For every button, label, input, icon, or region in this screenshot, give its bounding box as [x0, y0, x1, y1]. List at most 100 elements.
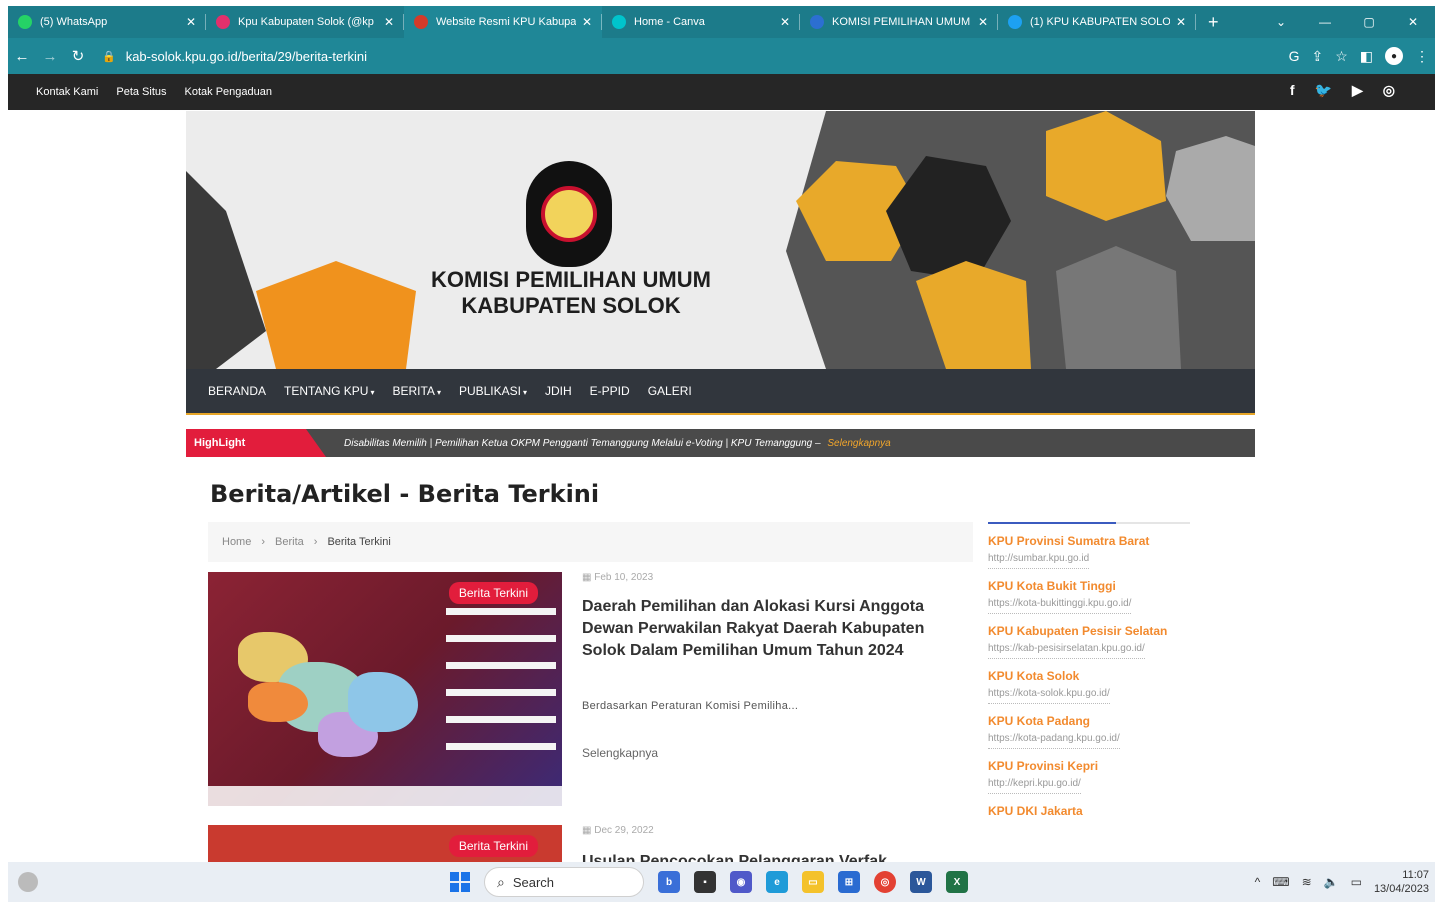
url-field[interactable]: 🔒 kab-solok.kpu.go.id/berita/29/berita-t…	[102, 49, 367, 64]
nav-item-galeri[interactable]: GALERI	[648, 384, 692, 398]
wifi-icon[interactable]: ≋	[1302, 875, 1312, 889]
topbar-link-kontak[interactable]: Kontak Kami	[36, 86, 98, 98]
highlight-text: Disabilitas Memilih | Pemilihan Ketua OK…	[344, 438, 891, 449]
highlight-more-link[interactable]: Selengkapnya	[827, 438, 890, 449]
sidebar-link-name[interactable]: KPU Kabupaten Pesisir Selatan	[988, 624, 1190, 638]
post-headline[interactable]: Usulan Pencocokan Pelanggaran Verfak	[582, 851, 952, 862]
close-tab-icon[interactable]: ✕	[582, 15, 592, 29]
profile-avatar[interactable]: ●	[1385, 47, 1403, 65]
youtube-icon[interactable]: ▶	[1352, 82, 1363, 99]
taskbar-search[interactable]: ⌕ Search	[484, 867, 644, 897]
windows-taskbar: ⌕ Search b ▪ ◉ e ▭ ⊞ ◎ W X ^ ⌨ ≋ 🔈 ▭ 11:0…	[8, 862, 1435, 902]
sidebar-link-list: KPU Provinsi Sumatra Barat http://sumbar.…	[988, 534, 1190, 818]
minimize-button[interactable]: —	[1303, 15, 1347, 29]
task-view-icon[interactable]: ▪	[694, 871, 716, 893]
sidebar-link-name[interactable]: KPU Provinsi Sumatra Barat	[988, 534, 1190, 548]
post-category-badge[interactable]: Berita Terkini	[448, 582, 538, 604]
main-navigation: BERANDA TENTANG KPU ▾ BERITA ▾ PUBLIKASI ▾ JDIH…	[186, 369, 1255, 415]
news-post: Berita Terkini ▦ Feb 10, 2023 Daerah Pem…	[208, 572, 973, 808]
browser-tab[interactable]: KOMISI PEMILIHAN UMUM ✕	[800, 6, 998, 38]
post-category-badge[interactable]: Berita Terkini	[448, 835, 538, 857]
sidebar-link-name[interactable]: KPU DKI Jakarta	[988, 804, 1190, 818]
sidebar-link-url[interactable]: https://kab-pesisirselatan.kpu.go.id/	[988, 643, 1145, 659]
browser-tab-bar: (5) WhatsApp ✕ Kpu Kabupaten Solok (@kp ✕ We…	[8, 6, 1435, 38]
back-button[interactable]: ←	[8, 48, 36, 65]
browser-tab[interactable]: Website Resmi KPU Kabupa ✕	[404, 6, 602, 38]
new-tab-button[interactable]: +	[1208, 12, 1219, 33]
reload-button[interactable]: ↻	[64, 47, 92, 65]
share-icon[interactable]: ⇪	[1311, 48, 1323, 65]
nav-item-publikasi[interactable]: PUBLIKASI ▾	[459, 384, 527, 398]
clock[interactable]: 11:07 13/04/2023	[1374, 868, 1429, 896]
keyboard-icon[interactable]: ⌨	[1272, 875, 1289, 889]
close-tab-icon[interactable]: ✕	[1176, 15, 1186, 29]
twitter-icon[interactable]: 🐦	[1315, 82, 1332, 99]
start-button[interactable]	[450, 872, 470, 892]
chat-icon[interactable]: ◉	[730, 871, 752, 893]
sidebar-link-name[interactable]: KPU Kota Solok	[988, 669, 1190, 683]
tab-search-icon[interactable]: ⌄	[1259, 15, 1303, 29]
sidebar-link-url[interactable]: http://kepri.kpu.go.id/	[988, 778, 1081, 794]
browser-tab[interactable]: Home - Canva ✕	[602, 6, 800, 38]
close-tab-icon[interactable]: ✕	[384, 15, 394, 29]
store-icon[interactable]: ⊞	[838, 871, 860, 893]
chevron-up-icon[interactable]: ^	[1255, 875, 1261, 889]
sidebar-link-url[interactable]: http://sumbar.kpu.go.id	[988, 553, 1090, 569]
close-tab-icon[interactable]: ✕	[186, 15, 196, 29]
forward-button[interactable]: →	[36, 48, 64, 65]
browser-tab[interactable]: (5) WhatsApp ✕	[8, 6, 206, 38]
tab-strip: (5) WhatsApp ✕ Kpu Kabupaten Solok (@kp ✕ We…	[8, 6, 1196, 38]
widgets-icon[interactable]: b	[658, 871, 680, 893]
close-window-button[interactable]: ✕	[1391, 15, 1435, 29]
edge-icon[interactable]: e	[766, 871, 788, 893]
browser-tab[interactable]: (1) KPU KABUPATEN SOLOK ✕	[998, 6, 1196, 38]
sidebar-link-url[interactable]: https://kota-solok.kpu.go.id/	[988, 688, 1110, 704]
system-tray: ^ ⌨ ≋ 🔈 ▭ 11:07 13/04/2023	[1255, 868, 1429, 896]
excel-icon[interactable]: X	[946, 871, 968, 893]
tab-title: (1) KPU KABUPATEN SOLOK	[1030, 16, 1170, 28]
post-date: ▦ Dec 29, 2022	[582, 825, 654, 836]
google-icon[interactable]: G	[1289, 48, 1300, 64]
nav-item-berita[interactable]: BERITA ▾	[392, 384, 440, 398]
close-tab-icon[interactable]: ✕	[780, 15, 790, 29]
nav-item-jdih[interactable]: JDIH	[545, 384, 572, 398]
sidebar-link-item: KPU Kota Solok https://kota-solok.kpu.go.…	[988, 669, 1190, 704]
facebook-icon[interactable]: f	[1290, 82, 1295, 99]
post-headline[interactable]: Daerah Pemilihan dan Alokasi Kursi Anggo…	[582, 596, 952, 662]
instagram-icon[interactable]: ◎	[1383, 82, 1395, 99]
post-readmore-link[interactable]: Selengkapnya	[582, 746, 658, 760]
breadcrumb-home[interactable]: Home	[222, 536, 251, 548]
file-explorer-icon[interactable]: ▭	[802, 871, 824, 893]
caret-down-icon: ▾	[522, 388, 527, 397]
sidebar-link-name[interactable]: KPU Kota Bukit Tinggi	[988, 579, 1190, 593]
post-thumbnail[interactable]: Berita Terkini	[208, 572, 562, 806]
chrome-icon[interactable]: ◎	[874, 871, 896, 893]
browser-tab[interactable]: Kpu Kabupaten Solok (@kp ✕	[206, 6, 404, 38]
weather-widget-icon[interactable]	[18, 872, 38, 892]
bookmark-star-icon[interactable]: ☆	[1335, 48, 1348, 65]
highlight-headline[interactable]: Disabilitas Memilih | Pemilihan Ketua OK…	[344, 438, 821, 449]
page-title: Berita/Artikel - Berita Terkini	[210, 480, 600, 508]
topbar-link-peta-situs[interactable]: Peta Situs	[116, 86, 166, 98]
breadcrumb-berita[interactable]: Berita	[275, 536, 304, 548]
tab-title: (5) WhatsApp	[40, 16, 108, 28]
sidebar-link-item: KPU Provinsi Kepri http://kepri.kpu.go.id…	[988, 759, 1190, 794]
post-thumbnail[interactable]: Berita Terkini	[208, 825, 562, 862]
top-utility-bar: Kontak Kami Peta Situs Kotak Pengaduan f…	[8, 74, 1435, 110]
word-icon[interactable]: W	[910, 871, 932, 893]
side-panel-icon[interactable]: ◧	[1360, 48, 1373, 65]
topbar-link-pengaduan[interactable]: Kotak Pengaduan	[185, 86, 272, 98]
sidebar-link-name[interactable]: KPU Provinsi Kepri	[988, 759, 1190, 773]
breadcrumb: Home › Berita › Berita Terkini	[208, 522, 973, 562]
menu-icon[interactable]: ⋮	[1415, 48, 1429, 65]
sidebar-link-url[interactable]: https://kota-padang.kpu.go.id/	[988, 733, 1120, 749]
maximize-button[interactable]: ▢	[1347, 15, 1391, 29]
nav-item-e-ppid[interactable]: E-PPID	[590, 384, 630, 398]
nav-item-beranda[interactable]: BERANDA	[208, 384, 266, 398]
sidebar-link-name[interactable]: KPU Kota Padang	[988, 714, 1190, 728]
sidebar-link-url[interactable]: https://kota-bukittinggi.kpu.go.id/	[988, 598, 1132, 614]
battery-icon[interactable]: ▭	[1351, 875, 1362, 889]
volume-icon[interactable]: 🔈	[1324, 875, 1339, 889]
close-tab-icon[interactable]: ✕	[978, 15, 988, 29]
nav-item-tentang-kpu[interactable]: TENTANG KPU ▾	[284, 384, 374, 398]
